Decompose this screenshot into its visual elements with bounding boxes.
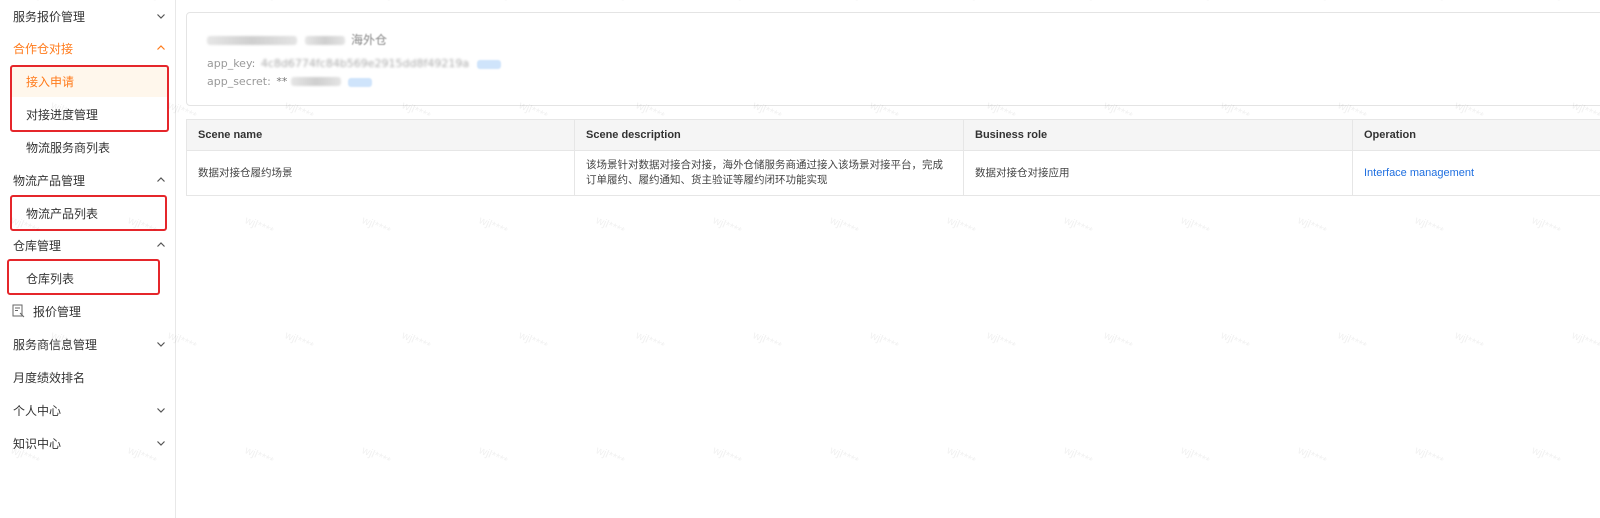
chevron-down-icon — [156, 405, 166, 415]
interface-management-link[interactable]: Interface management — [1364, 167, 1474, 179]
chevron-up-icon — [156, 43, 166, 53]
app-name: 海外仓 — [207, 33, 417, 47]
scene-table: Scene name Scene description Business ro… — [186, 119, 1600, 196]
sidebar-item-provider-info-management[interactable]: 服务商信息管理 — [0, 328, 176, 360]
sidebar-item-label: 服务报价管理 — [13, 9, 86, 24]
sidebar-item-service-quote-management[interactable]: 服务报价管理 — [0, 0, 176, 32]
sidebar-item-partner-warehouse-integration[interactable]: 合作仓对接 — [0, 32, 176, 64]
sidebar-item-label: 合作仓对接 — [13, 41, 74, 56]
scene-name-cell: 数据对接仓履约场景 — [186, 150, 575, 196]
chevron-down-icon — [156, 11, 166, 21]
sidebar-item-label: 对接进度管理 — [26, 107, 99, 122]
column-header-scene-description: Scene description — [574, 119, 964, 151]
business-role-cell: 数据对接仓对接应用 — [963, 150, 1353, 196]
sidebar-item-label: 仓库列表 — [26, 271, 75, 286]
app-key-value: 4c8d6774fc84b569e2915dd8f49219a — [260, 57, 470, 70]
app-secret-label: app_secret: — [207, 75, 271, 88]
app-name-text: 海外仓 — [351, 33, 388, 47]
sidebar-item-label: 接入申请 — [26, 74, 75, 89]
sidebar-item-label: 个人中心 — [13, 403, 62, 418]
sidebar-item-logistics-product-list[interactable]: 物流产品列表 — [0, 197, 176, 229]
table-row: 数据对接仓履约场景 该场景针对数据对接合对接，海外仓储服务商通过接入该场景对接平… — [186, 150, 1600, 196]
sidebar-item-label: 月度绩效排名 — [13, 370, 86, 385]
table-header-row: Scene name Scene description Business ro… — [186, 119, 1600, 151]
copy-button[interactable] — [476, 59, 501, 69]
sidebar-item-label: 报价管理 — [33, 304, 82, 319]
sidebar-item-personal-center[interactable]: 个人中心 — [0, 394, 176, 426]
sidebar-item-label: 知识中心 — [13, 436, 62, 451]
app-secret-line: app_secret: ** — [207, 75, 373, 88]
chevron-up-icon — [156, 175, 166, 185]
sidebar-item-integration-progress[interactable]: 对接进度管理 — [0, 98, 176, 130]
view-secret-button[interactable] — [348, 77, 373, 87]
sidebar-item-warehouse-management[interactable]: 仓库管理 — [0, 229, 176, 261]
document-icon — [12, 304, 25, 318]
sidebar-item-label: 物流产品管理 — [13, 173, 86, 188]
column-header-operation: Operation — [1352, 119, 1600, 151]
app-info-card: 海外仓 app_key: 4c8d6774fc84b569e2915dd8f49… — [186, 12, 1600, 106]
sidebar-item-quote-management[interactable]: 报价管理 — [0, 295, 176, 327]
main-content: 海外仓 app_key: 4c8d6774fc84b569e2915dd8f49… — [176, 0, 1600, 518]
sidebar-item-monthly-performance-ranking[interactable]: 月度绩效排名 — [0, 361, 176, 393]
sidebar: 服务报价管理 合作仓对接 接入申请 对接进度管理 物流服务商列表 物流产品管理 … — [0, 0, 176, 518]
chevron-up-icon — [156, 240, 166, 250]
sidebar-item-label: 物流产品列表 — [26, 206, 99, 221]
app-secret-value: ** — [276, 75, 288, 88]
sidebar-item-warehouse-list[interactable]: 仓库列表 — [0, 262, 176, 294]
column-header-business-role: Business role — [963, 119, 1353, 151]
app-key-label: app_key: — [207, 57, 256, 70]
chevron-down-icon — [156, 339, 166, 349]
sidebar-item-logistics-product-management[interactable]: 物流产品管理 — [0, 164, 176, 196]
sidebar-item-label: 服务商信息管理 — [13, 337, 98, 352]
sidebar-item-access-application[interactable]: 接入申请 — [12, 65, 167, 97]
app-key-line: app_key: 4c8d6774fc84b569e2915dd8f49219a — [207, 57, 501, 70]
column-header-scene-name: Scene name — [186, 119, 575, 151]
sidebar-item-label: 仓库管理 — [13, 238, 62, 253]
operation-cell: Interface management — [1352, 150, 1600, 196]
chevron-down-icon — [156, 438, 166, 448]
sidebar-item-label: 物流服务商列表 — [26, 140, 111, 155]
sidebar-item-logistics-provider-list[interactable]: 物流服务商列表 — [0, 131, 176, 163]
sidebar-item-knowledge-center[interactable]: 知识中心 — [0, 427, 176, 459]
scene-description-cell: 该场景针对数据对接合对接，海外仓储服务商通过接入该场景对接平台，完成订单履约、履… — [574, 150, 964, 196]
